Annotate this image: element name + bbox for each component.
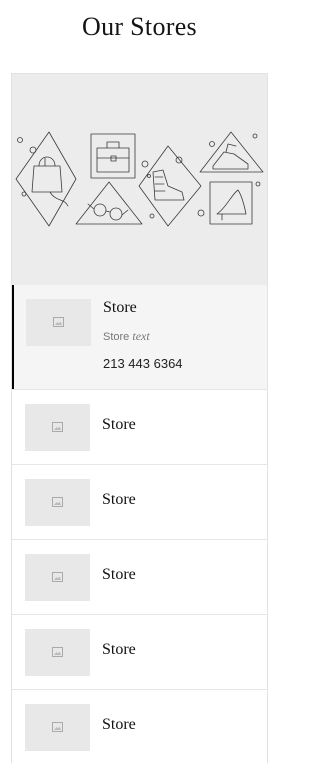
store-description-label: Store (103, 331, 130, 343)
store-name: Store (102, 491, 136, 508)
page-title: Our Stores (82, 12, 197, 41)
accessories-illustration-icon (15, 131, 264, 227)
store-thumbnail (25, 404, 90, 451)
image-placeholder-icon (52, 422, 63, 432)
store-thumbnail (25, 704, 90, 751)
store-name: Store (102, 416, 136, 433)
store-description: Store text (103, 329, 150, 344)
store-name: Store (102, 566, 136, 583)
store-name: Store (103, 299, 137, 316)
store-description-emphasis: text (132, 329, 150, 343)
store-row-3[interactable]: Store (12, 464, 267, 539)
store-row-6[interactable]: Store (12, 689, 267, 764)
image-placeholder-icon (52, 572, 63, 582)
store-name: Store (102, 716, 136, 733)
store-row-4[interactable]: Store (12, 539, 267, 614)
store-thumbnail (26, 299, 91, 346)
store-thumbnail (25, 629, 90, 676)
image-placeholder-icon (52, 722, 63, 732)
store-name: Store (102, 641, 136, 658)
store-list: Store Store text 213 443 6364 Store Stor… (12, 285, 267, 764)
store-phone[interactable]: 213 443 6364 (103, 356, 183, 371)
hero-illustration (12, 74, 267, 285)
store-locator-panel: Store Store text 213 443 6364 Store Stor… (11, 73, 268, 764)
image-placeholder-icon (52, 497, 63, 507)
store-row-1[interactable]: Store Store text 213 443 6364 (12, 285, 267, 389)
store-thumbnail (25, 479, 90, 526)
store-row-2[interactable]: Store (12, 389, 267, 464)
image-placeholder-icon (52, 647, 63, 657)
store-thumbnail (25, 554, 90, 601)
store-row-5[interactable]: Store (12, 614, 267, 689)
image-placeholder-icon (53, 317, 64, 327)
